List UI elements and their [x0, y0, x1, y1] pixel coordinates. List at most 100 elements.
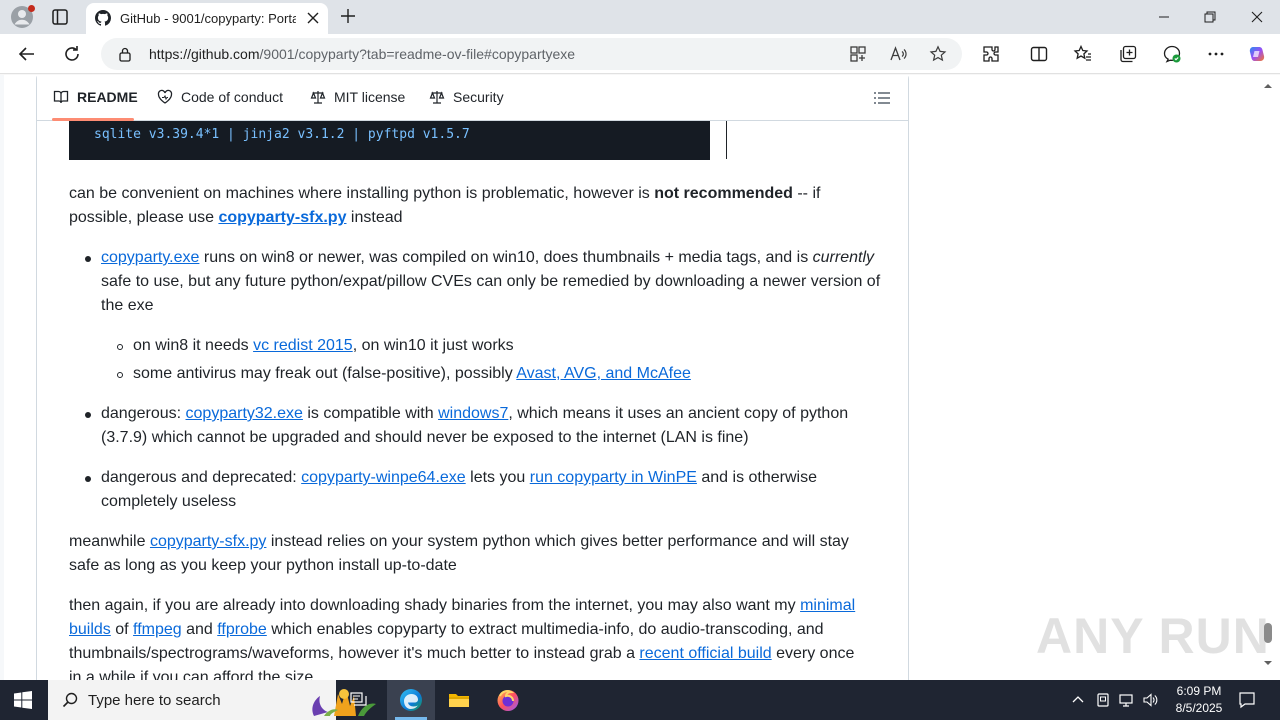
vc-redist-link[interactable]: vc redist 2015 [253, 337, 353, 354]
notification-icon[interactable] [1238, 691, 1256, 709]
readme-tab-bar: README Code of conduct MIT license Secur… [37, 75, 908, 121]
copyparty-winpe64-link[interactable]: copyparty-winpe64.exe [301, 469, 466, 486]
text: on win8 it needs [133, 337, 254, 354]
toc-list-icon[interactable] [873, 90, 891, 106]
copilot-icon[interactable] [1247, 44, 1267, 64]
tab-actions-icon[interactable] [50, 7, 70, 27]
clock-time: 6:09 PM [1176, 684, 1222, 698]
address-bar[interactable]: https://github.com/9001/copyparty?tab=re… [101, 38, 962, 70]
profile-notification-dot [28, 5, 35, 12]
close-icon[interactable] [306, 11, 320, 25]
text: meanwhile [69, 533, 150, 550]
browser-tab-strip: GitHub - 9001/copyparty: Portabl [0, 0, 1280, 34]
copyparty-exe-link[interactable]: copyparty.exe [101, 249, 199, 266]
list-bullet [85, 412, 91, 418]
winpe-link[interactable]: run copyparty in WinPE [530, 469, 697, 486]
back-arrow-icon[interactable] [17, 44, 37, 64]
search-highlight-art [312, 689, 376, 716]
code-scroll-edge [726, 121, 727, 159]
volume-icon[interactable] [1142, 692, 1158, 708]
window-close-icon[interactable] [1249, 9, 1265, 25]
task-view-icon[interactable] [350, 691, 368, 709]
plus-icon[interactable] [340, 8, 356, 24]
taskbar-firefox[interactable] [484, 680, 532, 720]
book-icon [53, 90, 69, 104]
recent-official-build-link[interactable]: recent official build [639, 645, 771, 662]
windows-taskbar: Type here to search 6:09 PM 8/5/2025 [0, 680, 1280, 720]
windows7-link[interactable]: windows7 [438, 405, 508, 422]
sublist-item: some antivirus may freak out (false-posi… [133, 362, 873, 386]
copyparty-sfx-link[interactable]: copyparty-sfx.py [218, 209, 346, 226]
favorite-star-icon[interactable] [929, 45, 947, 63]
url-text[interactable]: https://github.com/9001/copyparty?tab=re… [149, 46, 575, 62]
list-item: dangerous and deprecated: copyparty-winp… [101, 466, 881, 514]
tab-security[interactable]: Security [429, 89, 504, 105]
tab-readme[interactable]: README [53, 89, 138, 105]
sublist-bullet [117, 372, 123, 378]
scrollbar-thumb[interactable] [1264, 623, 1272, 643]
search-icon [62, 692, 78, 708]
firefox-icon [497, 690, 519, 711]
scale-icon [429, 91, 445, 104]
code-block: sqlite v3.39.4*1 | jinja2 v3.1.2 | pyftp… [69, 115, 710, 160]
extensions-icon[interactable] [981, 44, 1001, 64]
tab-readme-label: README [77, 89, 138, 105]
active-browser-tab[interactable]: GitHub - 9001/copyparty: Portabl [86, 3, 328, 34]
taskbar-edge[interactable] [387, 680, 435, 720]
active-tab-indicator [52, 118, 134, 121]
windows-start-icon[interactable] [14, 691, 32, 709]
taskbar-clock[interactable]: 6:09 PM 8/5/2025 [1166, 683, 1232, 717]
chevron-down-icon[interactable] [1263, 658, 1273, 668]
read-aloud-icon[interactable] [889, 45, 907, 63]
chevron-up-icon[interactable] [1263, 81, 1273, 91]
text: runs on win8 or newer, was compiled on w… [199, 249, 813, 266]
antivirus-link[interactable]: Avast, AVG, and McAfee [516, 365, 691, 382]
browser-essentials-icon[interactable] [1162, 44, 1182, 64]
tab-code-of-conduct[interactable]: Code of conduct [157, 89, 283, 105]
text: can be convenient on machines where inst… [69, 185, 655, 202]
chevron-up-icon[interactable] [1070, 692, 1086, 708]
text: is compatible with [302, 405, 439, 422]
copyparty-sfx-link[interactable]: copyparty-sfx.py [150, 533, 266, 550]
heart-icon [157, 89, 173, 104]
text: , on win10 it just works [352, 337, 514, 354]
list-item: copyparty.exe runs on win8 or newer, was… [101, 246, 881, 318]
page-left-gutter [0, 75, 4, 680]
tab-mit-license[interactable]: MIT license [310, 89, 405, 105]
clock-date: 8/5/2025 [1175, 701, 1223, 715]
ffprobe-link[interactable]: ffprobe [217, 621, 267, 638]
sublist-bullet [117, 344, 123, 350]
copyparty32-link[interactable]: copyparty32.exe [186, 405, 303, 422]
watermark: ANY RUN [1036, 608, 1270, 664]
more-icon[interactable] [1206, 44, 1226, 64]
text: of [110, 621, 134, 638]
italic-text: currently [812, 249, 875, 266]
network-icon[interactable] [1118, 692, 1134, 708]
paragraph: then again, if you are already into down… [69, 594, 869, 680]
ffmpeg-link[interactable]: ffmpeg [133, 621, 182, 638]
favorites-icon[interactable] [1073, 44, 1093, 64]
app-available-icon[interactable] [849, 45, 867, 63]
url-host: https://github.com [149, 46, 260, 62]
text: dangerous and deprecated: [101, 469, 302, 486]
page-scrollbar[interactable] [1262, 75, 1274, 680]
split-screen-icon[interactable] [1029, 44, 1049, 64]
tab-conduct-label: Code of conduct [181, 89, 283, 105]
taskbar-search[interactable]: Type here to search [48, 680, 376, 720]
minimize-icon[interactable] [1156, 9, 1172, 25]
collections-icon[interactable] [1118, 44, 1138, 64]
code-line: sqlite v3.39.4*1 | jinja2 v3.1.2 | pyftp… [94, 127, 470, 142]
taskbar-file-explorer[interactable] [435, 680, 483, 720]
text: and [181, 621, 218, 638]
text: dangerous: [101, 405, 186, 422]
lock-icon[interactable] [117, 46, 133, 62]
bold-text: not recommended [654, 185, 793, 202]
refresh-icon[interactable] [62, 44, 82, 64]
text: safe to use, but any future python/expat… [101, 273, 881, 314]
device-icon[interactable] [1095, 692, 1111, 708]
browser-toolbar: https://github.com/9001/copyparty?tab=re… [0, 34, 1280, 74]
page-viewport: README Code of conduct MIT license Secur… [0, 75, 1280, 680]
url-path: /9001/copyparty?tab=readme-ov-file#copyp… [259, 46, 576, 62]
edge-icon [400, 689, 422, 711]
restore-icon[interactable] [1202, 9, 1218, 25]
